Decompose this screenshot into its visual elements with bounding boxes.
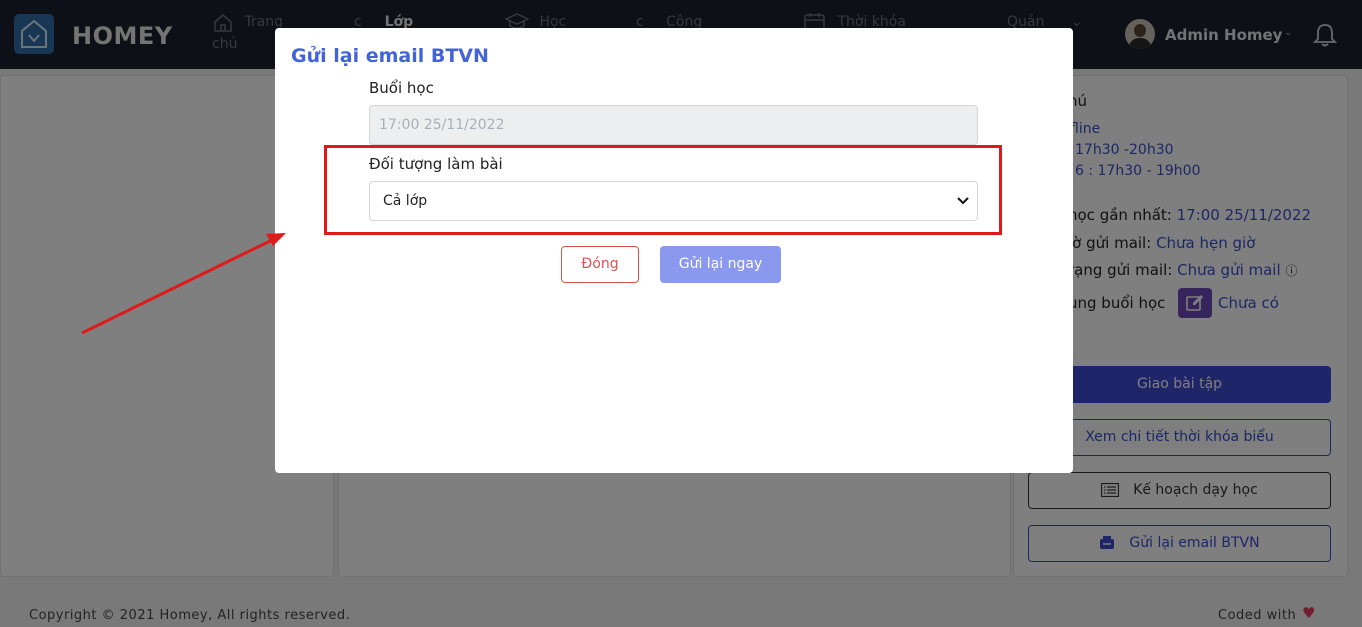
annotation-arrow-icon [81, 233, 286, 335]
